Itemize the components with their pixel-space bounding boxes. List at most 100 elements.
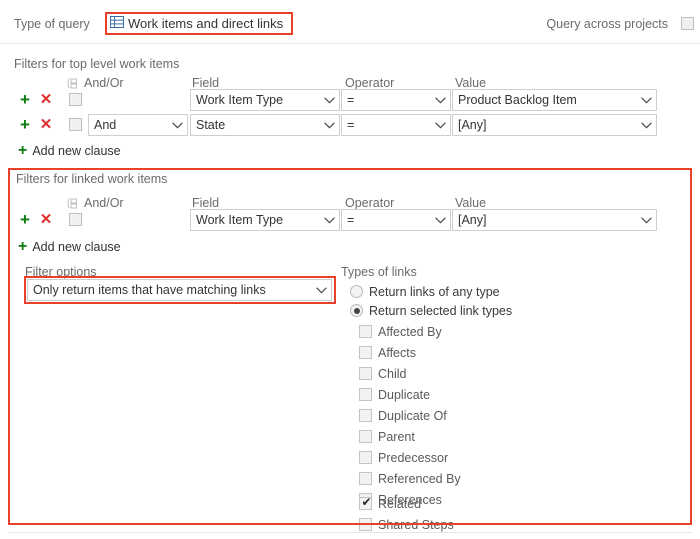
link-type-label: Duplicate: [378, 387, 431, 402]
add-clause-icon[interactable]: +: [18, 114, 32, 136]
checkbox-icon: [359, 518, 372, 531]
checkbox-link-type-duplicate[interactable]: Duplicate: [359, 385, 430, 404]
chevron-down-icon: [430, 216, 450, 224]
row-group-checkbox[interactable]: [69, 93, 82, 106]
filter-options-value: Only return items that have matching lin…: [33, 283, 266, 297]
checkbox-icon: [359, 325, 372, 338]
delete-clause-icon[interactable]: ✕: [39, 114, 53, 136]
link-type-label: Child: [378, 366, 407, 381]
checkbox-link-type-affected-by[interactable]: Affected By: [359, 322, 442, 341]
checkbox-link-type-predecessor[interactable]: Predecessor: [359, 448, 448, 467]
checkbox-icon: [359, 346, 372, 359]
field-select-value: Work Item Type: [196, 93, 284, 107]
field-select[interactable]: Work Item Type: [190, 209, 340, 231]
query-type-selector[interactable]: Work items and direct links: [105, 12, 294, 35]
plus-icon: +: [18, 238, 28, 255]
checkbox-icon: [359, 430, 372, 443]
chevron-down-icon: [319, 216, 339, 224]
link-type-label: Related: [378, 496, 422, 511]
link-type-label: Referenced By: [378, 471, 461, 486]
radio-label: Return links of any type: [369, 284, 500, 299]
grid-icon: [110, 15, 124, 32]
link-type-label: Affects: [378, 345, 416, 360]
checkbox-icon: [359, 367, 372, 380]
column-header-operator: Operator: [345, 196, 395, 210]
checkbox-icon: [359, 495, 373, 510]
chevron-down-icon: [319, 96, 339, 104]
checkbox-link-type-child[interactable]: Child: [359, 364, 407, 383]
link-type-label: Duplicate Of: [378, 408, 447, 423]
value-select-value: [Any]: [458, 213, 487, 227]
bottom-divider: [8, 532, 692, 533]
andor-select[interactable]: And: [88, 114, 188, 136]
radio-icon: [350, 285, 363, 298]
chevron-down-icon: [430, 121, 450, 129]
value-select-value: [Any]: [458, 118, 487, 132]
column-header-field: Field: [192, 76, 220, 90]
link-type-label: Predecessor: [378, 450, 449, 465]
checkbox-link-type-parent[interactable]: Parent: [359, 427, 415, 446]
chevron-down-icon: [319, 121, 339, 129]
field-select[interactable]: State: [190, 114, 340, 136]
checkbox-icon: [359, 409, 372, 422]
column-header-value: Value: [455, 76, 487, 90]
value-select[interactable]: Product Backlog Item: [452, 89, 657, 111]
add-new-clause-top[interactable]: + Add new clause: [18, 142, 121, 160]
plus-icon: +: [18, 142, 28, 159]
radio-return-selected-link-types[interactable]: Return selected link types: [350, 301, 512, 320]
types-of-links-title: Types of links: [341, 265, 417, 279]
chevron-down-icon: [636, 96, 656, 104]
type-of-query-label: Type of query: [14, 17, 90, 31]
delete-clause-icon[interactable]: ✕: [39, 89, 53, 111]
table-row: + ✕ And State = [Any]: [0, 114, 700, 136]
add-new-clause-linked[interactable]: + Add new clause: [18, 238, 121, 256]
operator-select[interactable]: =: [341, 209, 451, 231]
operator-select-value: =: [347, 213, 355, 227]
checkbox-link-type-referenced-by[interactable]: Referenced By: [359, 469, 461, 488]
value-select[interactable]: [Any]: [452, 209, 657, 231]
field-select-value: Work Item Type: [196, 213, 284, 227]
top-filters-title: Filters for top level work items: [14, 57, 180, 71]
table-row: + ✕ Work Item Type = Product Backlog Ite…: [0, 89, 700, 111]
chevron-down-icon: [167, 121, 187, 129]
chevron-down-icon: [311, 286, 331, 294]
link-type-label: Parent: [378, 429, 415, 444]
column-header-field: Field: [192, 196, 220, 210]
table-row: + ✕ Work Item Type = [Any]: [0, 209, 700, 231]
filter-options-select[interactable]: Only return items that have matching lin…: [27, 279, 332, 301]
query-type-value: Work items and direct links: [128, 16, 284, 31]
delete-clause-icon[interactable]: ✕: [39, 209, 53, 231]
field-select-value: State: [196, 118, 226, 132]
radio-label: Return selected link types: [369, 303, 513, 318]
checkbox-icon: [359, 451, 372, 464]
checkbox-icon: [359, 472, 372, 485]
link-type-label: Affected By: [378, 324, 442, 339]
checkbox-link-type-affects[interactable]: Affects: [359, 343, 416, 362]
operator-select[interactable]: =: [341, 89, 451, 111]
value-select-value: Product Backlog Item: [458, 93, 577, 107]
row-group-checkbox[interactable]: [69, 118, 82, 131]
add-new-clause-label: Add new clause: [32, 144, 121, 158]
column-header-operator: Operator: [345, 76, 395, 90]
row-group-checkbox[interactable]: [69, 213, 82, 226]
query-type-bar: Type of query Work items and direct link…: [0, 0, 700, 44]
andor-select-value: And: [94, 118, 117, 132]
query-across-projects-checkbox[interactable]: [681, 17, 694, 30]
radio-return-any-link-type[interactable]: Return links of any type: [350, 282, 500, 301]
checkbox-link-type-related[interactable]: Related: [359, 494, 421, 513]
field-select[interactable]: Work Item Type: [190, 89, 340, 111]
column-header-andor: And/Or: [84, 196, 124, 210]
add-clause-icon[interactable]: +: [18, 89, 32, 111]
add-clause-icon[interactable]: +: [18, 209, 32, 231]
checkbox-link-type-duplicate-of[interactable]: Duplicate Of: [359, 406, 447, 425]
value-select[interactable]: [Any]: [452, 114, 657, 136]
operator-select-value: =: [347, 93, 355, 107]
chevron-down-icon: [636, 216, 656, 224]
column-header-value: Value: [455, 196, 487, 210]
operator-select-value: =: [347, 118, 355, 132]
operator-select[interactable]: =: [341, 114, 451, 136]
linked-filters-title: Filters for linked work items: [16, 172, 168, 186]
filter-options-title: Filter options: [25, 265, 97, 279]
link-type-label: Shared Steps: [378, 517, 454, 532]
chevron-down-icon: [430, 96, 450, 104]
